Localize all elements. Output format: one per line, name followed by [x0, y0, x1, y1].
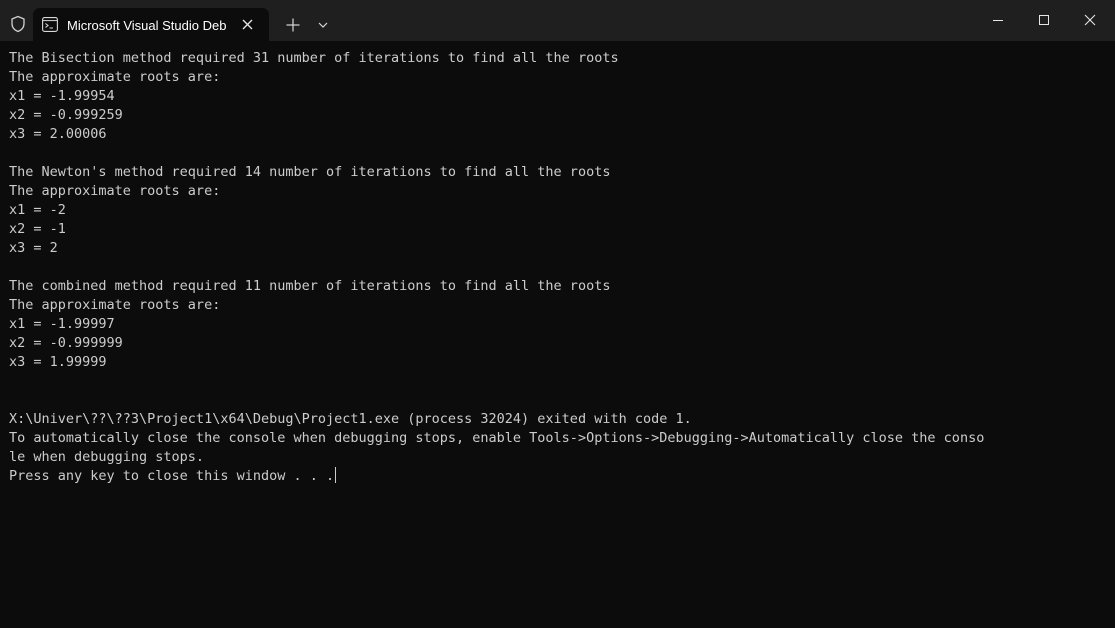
console-line: x3 = 2.00006 [9, 126, 107, 142]
console-line: The approximate roots are: [9, 183, 221, 199]
close-icon[interactable] [239, 16, 256, 33]
console-app-icon [42, 17, 58, 32]
console-line: The approximate roots are: [9, 297, 221, 313]
minimize-button[interactable] [975, 0, 1021, 41]
console-line: x1 = -2 [9, 202, 66, 218]
console-line: The approximate roots are: [9, 69, 221, 85]
console-line: The Bisection method required 31 number … [9, 50, 619, 66]
console-line: le when debugging stops. [9, 449, 205, 465]
console-line: The combined method required 11 number o… [9, 278, 611, 294]
console-line: x2 = -1 [9, 221, 66, 237]
console-line: x1 = -1.99954 [9, 88, 115, 104]
close-window-button[interactable] [1067, 0, 1113, 41]
console-line: To automatically close the console when … [9, 430, 985, 446]
shield-icon[interactable] [9, 15, 27, 33]
chevron-down-icon[interactable] [313, 15, 333, 35]
maximize-icon [1039, 15, 1049, 25]
console-line: x3 = 2 [9, 240, 58, 256]
terminal-window: Microsoft Visual Studio Debug Console [0, 0, 1115, 628]
console-line: x2 = -0.999259 [9, 107, 123, 123]
console-line: The Newton's method required 14 number o… [9, 164, 611, 180]
tab-title: Microsoft Visual Studio Debug Console [67, 18, 227, 33]
console-line: X:\Univer\??\??3\Project1\x64\Debug\Proj… [9, 411, 692, 427]
minimize-icon [993, 20, 1003, 21]
console-line: x3 = 1.99999 [9, 354, 107, 370]
console-prompt-line: Press any key to close this window . . . [9, 467, 1107, 486]
console-line: Press any key to close this window . . . [9, 468, 335, 484]
plus-icon[interactable] [283, 15, 303, 35]
console-line: x2 = -0.999999 [9, 335, 123, 351]
tab-debug-console[interactable]: Microsoft Visual Studio Debug Console [33, 8, 269, 41]
close-icon [1084, 14, 1096, 26]
text-cursor [335, 467, 337, 483]
maximize-button[interactable] [1021, 0, 1067, 41]
console-line: x1 = -1.99997 [9, 316, 115, 332]
console-output[interactable]: The Bisection method required 31 number … [9, 49, 1107, 486]
title-bar: Microsoft Visual Studio Debug Console [0, 0, 1115, 41]
